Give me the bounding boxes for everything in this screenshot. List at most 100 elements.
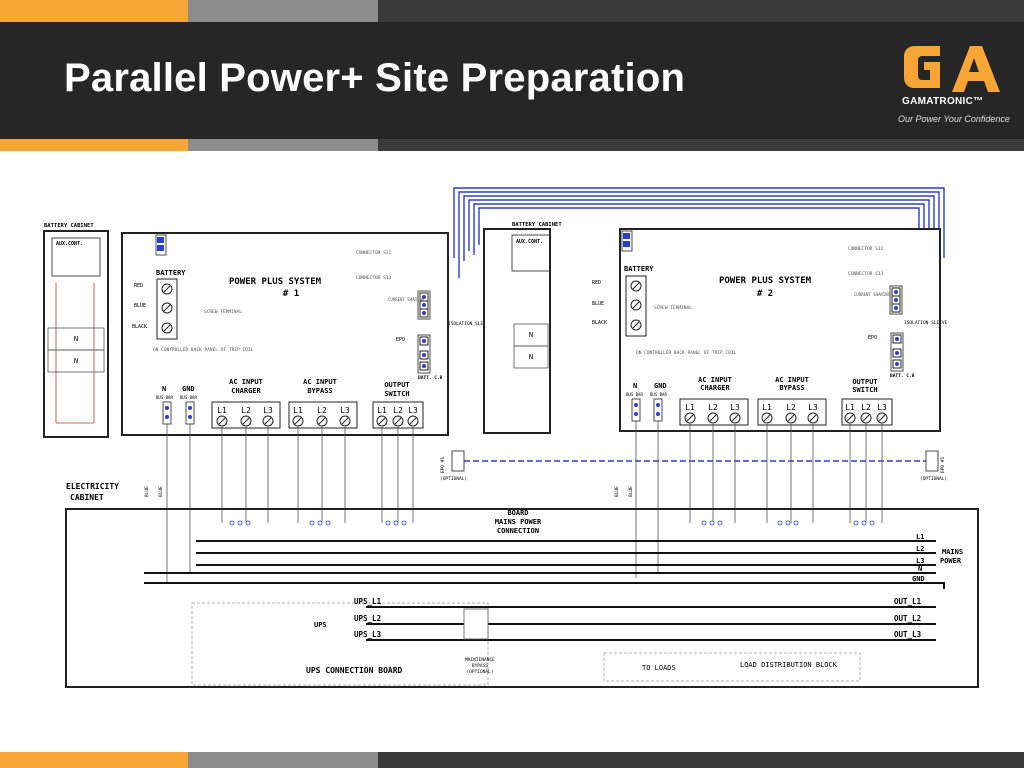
system-1-number: # 1 (283, 289, 299, 299)
system-2-output-line-2: SWITCH (852, 386, 877, 394)
s1-charger-l1: L1 (217, 406, 227, 415)
s1-charger-l3: L3 (263, 406, 273, 415)
wire-red-2: RED (592, 280, 601, 286)
top-strip-dark (378, 0, 1024, 22)
system-1-battery-label: BATTERY (156, 269, 186, 277)
system-2-charger-terminals: L1 L2 L3 (679, 398, 749, 426)
system-1-bypass-line-2: BYPASS (307, 387, 332, 395)
mains-power-line-1: MAINS (942, 548, 963, 556)
cabinet-2-n-label-a: N (529, 331, 533, 339)
mid-strip-orange (0, 139, 188, 151)
system-1-bypass-line-1: AC INPUT (303, 378, 337, 386)
aux-cont-2-label: AUX.CONT. (516, 239, 543, 245)
system-2-current-sharing: CURRENT SHARING (854, 292, 891, 297)
system-1-output-line-2: SWITCH (384, 390, 409, 398)
epo-switch-1-optional: (OPTIONAL) (440, 476, 467, 482)
drop-wires (166, 421, 883, 583)
mains-l1: L1 (916, 533, 924, 541)
system-1-current-sharing: CURRENT SHARING (388, 297, 425, 302)
system-1-screw-terminal: SCREW TERMINAL (204, 309, 242, 315)
system-2-output-line-1: OUTPUT (852, 378, 877, 386)
system-2-bus-bar-n: BUS BAR (626, 392, 643, 397)
header-bottom-strip (0, 139, 1024, 151)
system-2-controller-note: ON CONTROLLER BACK PANEL OF TRIP COIL (636, 350, 737, 356)
board-mains-line-2: MAINS POWER (495, 518, 542, 526)
s1-charger-l2: L2 (241, 406, 251, 415)
s2-charger-l2: L2 (708, 403, 718, 412)
system-2-title: POWER PLUS SYSTEM (719, 276, 812, 286)
s2-out-l1: L1 (845, 403, 855, 412)
system-1-gnd: GND (182, 385, 195, 393)
maint-bypass-line-3: (OPTIONAL) (466, 669, 493, 675)
ups-l3: UPS_L3 (354, 630, 382, 639)
ups-label: UPS (314, 621, 327, 629)
mains-power-line-2: POWER (940, 557, 962, 565)
system-1-connector-s13: CONNECTOR S13 (356, 275, 392, 281)
system-1-bus-bar-n: BUS BAR (156, 395, 173, 400)
logo-tagline: Our Power Your Confidence (898, 114, 1010, 124)
cabinet-2-n-label-b: N (529, 353, 533, 361)
system-1-charger-line-1: AC INPUT (229, 378, 263, 386)
side-label-blue-2: BLUE (158, 486, 164, 497)
system-2-charger-line-2: CHARGER (700, 384, 730, 392)
board-mains-line-3: CONNECTION (497, 527, 539, 535)
electricity-cabinet-line-2: CABINET (70, 493, 104, 502)
system-2-gnd: GND (654, 382, 667, 390)
s2-bypass-l2: L2 (786, 403, 796, 412)
epo-switch-1: EPO #1 (OPTIONAL) (440, 450, 467, 482)
mains-n: N (918, 565, 922, 573)
system-1-output-terminals: L1 L2 L3 (372, 401, 424, 429)
s1-bypass-l1: L1 (293, 406, 303, 415)
electricity-cabinet: ELECTRICITY CABINET BOARD MAINS POWER CO… (65, 482, 979, 688)
system-2-bypass-line-1: AC INPUT (775, 376, 809, 384)
battery-cabinet-1: BATTERY CABINET AUX.CONT. N N (43, 223, 109, 438)
cabinet-1-n-label-a: N (74, 335, 78, 343)
s2-charger-l3: L3 (730, 403, 740, 412)
ups-l2: UPS_L2 (354, 614, 381, 623)
side-label-blue-3: BLUE (614, 486, 620, 497)
maint-bypass-line-2: BYPASS (472, 663, 489, 669)
mains-gnd: GND (912, 575, 925, 583)
system-2-screw-terminal: SCREW TERMINAL (654, 305, 692, 311)
epo-switch-1-label: EPO #1 (440, 456, 446, 473)
logo-brand: GAMATRONIC™ (902, 96, 984, 107)
system-2-isolation-sleeve: ISOLATION SLEEVE (904, 320, 948, 326)
system-2-output-terminals: L1 L2 L3 (841, 398, 893, 426)
maint-bypass-line-1: MAINTENANCE (465, 657, 495, 663)
bottom-strip-dark (378, 752, 1024, 768)
bottom-strip-gray (188, 752, 378, 768)
system-2-battery-label: BATTERY (624, 265, 654, 273)
power-plus-system-2: POWER PLUS SYSTEM # 2 BATTERY SCREW TERM… (592, 228, 948, 432)
mid-strip-dark (378, 139, 1024, 151)
slide-title: Parallel Power+ Site Preparation (64, 56, 686, 100)
system-2-number: # 2 (757, 289, 773, 299)
ups-connection-board-label: UPS CONNECTION BOARD (306, 666, 403, 675)
wiring-diagram: BATTERY CABINET AUX.CONT. N N POWER PLUS… (43, 187, 979, 688)
system-1-n: N (162, 385, 166, 393)
system-1-bus-bar-gnd: BUS BAR (180, 395, 197, 400)
system-2-epo: EPO (868, 335, 877, 341)
s1-out-l1: L1 (377, 406, 387, 415)
bottom-strip-orange (0, 752, 188, 768)
top-strip-gray (188, 0, 378, 22)
system-2-connector-s13: CONNECTOR S13 (848, 271, 884, 277)
mid-strip-gray (188, 139, 378, 151)
s2-out-l3: L3 (877, 403, 887, 412)
mains-l2: L2 (916, 545, 924, 553)
system-2-connector-s11: CONNECTOR S11 (848, 246, 884, 252)
system-1-controller-note: ON CONTROLLER BACK PANEL OF TRIP COIL (153, 347, 254, 353)
battery-cabinet-2: BATTERY CABINET AUX.CONT. N N (483, 222, 562, 434)
side-label-blue-4: BLUE (628, 486, 634, 497)
system-1-connector-s11: CONNECTOR S11 (356, 250, 392, 256)
out-l1: OUT_L1 (894, 597, 922, 606)
system-1-title: POWER PLUS SYSTEM (229, 277, 322, 287)
wire-black-2: BLACK (592, 320, 607, 326)
to-loads-label: TO LOADS (642, 664, 676, 672)
system-2-bus-bar-gnd: BUS BAR (650, 392, 667, 397)
s2-bypass-l1: L1 (762, 403, 772, 412)
system-2-charger-line-1: AC INPUT (698, 376, 732, 384)
epo-switch-2-label: EPO #1 (940, 456, 946, 473)
wire-blue-2: BLUE (592, 301, 604, 307)
electricity-cabinet-line-1: ELECTRICITY (66, 482, 119, 491)
s2-bypass-l3: L3 (808, 403, 818, 412)
